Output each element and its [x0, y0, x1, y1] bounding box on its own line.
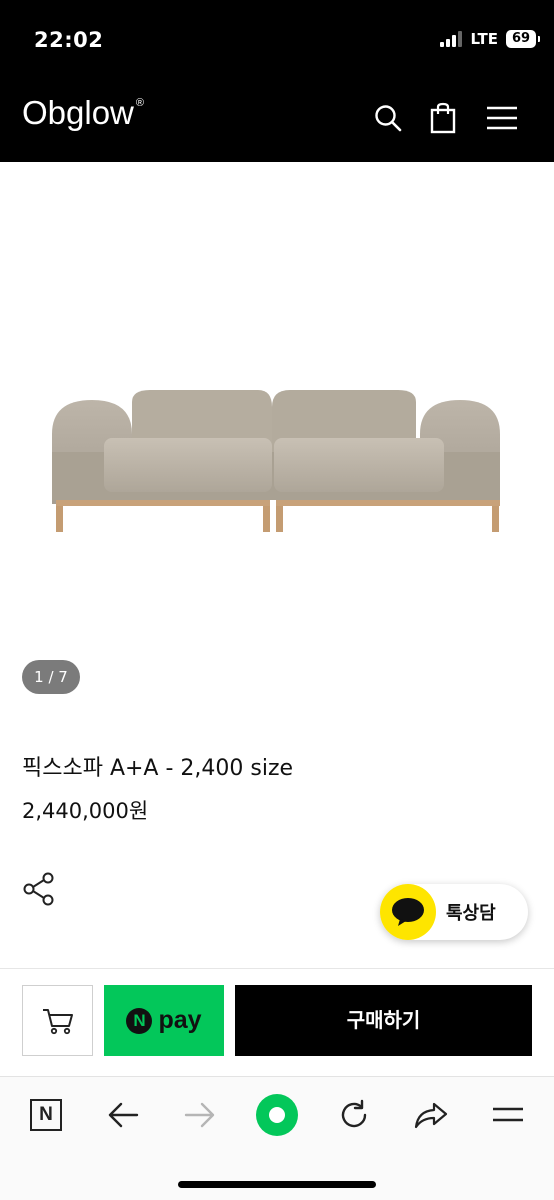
product-image[interactable] — [0, 162, 554, 722]
purchase-action-bar: N pay 구매하기 — [0, 968, 554, 1076]
search-icon[interactable] — [370, 100, 406, 136]
image-counter: 1 / 7 — [22, 660, 80, 694]
cart-icon — [42, 1008, 73, 1034]
browser-toolbar: N — [0, 1076, 554, 1200]
status-right: LTE 69 — [440, 30, 540, 48]
naver-n-label: N — [30, 1099, 62, 1131]
buy-now-button[interactable]: 구매하기 — [235, 985, 532, 1056]
forward-arrow-icon[interactable] — [178, 1093, 222, 1137]
chat-label: 톡상담 — [446, 903, 496, 924]
status-time: 22:02 — [34, 28, 104, 52]
registered-mark: ® — [135, 97, 144, 109]
back-arrow-icon[interactable] — [101, 1093, 145, 1137]
sofa-illustration — [52, 390, 500, 532]
green-dot-icon[interactable] — [255, 1093, 299, 1137]
refresh-icon[interactable] — [332, 1093, 376, 1137]
brand-logo-text: Obglow — [22, 94, 134, 131]
menu-lines-icon[interactable] — [486, 1093, 530, 1137]
naver-n-badge: N — [126, 1007, 153, 1034]
signal-icon — [440, 31, 463, 47]
naver-pay-button[interactable]: N pay — [104, 985, 224, 1056]
product-name: 픽스소파 A+A - 2,400 size — [22, 756, 294, 781]
hamburger-menu-icon[interactable] — [484, 100, 520, 136]
product-price: 2,440,000원 — [22, 799, 149, 823]
network-type: LTE — [470, 30, 498, 48]
npay-label: pay — [158, 1006, 202, 1034]
chat-bubble-icon — [380, 884, 436, 940]
battery-icon: 69 — [506, 30, 540, 48]
home-indicator — [178, 1181, 376, 1188]
share-arrow-icon[interactable] — [409, 1093, 453, 1137]
share-icon[interactable] — [22, 872, 56, 906]
shopping-bag-icon[interactable] — [425, 100, 461, 136]
status-bar: 22:02 LTE 69 — [0, 0, 554, 82]
kakao-chat-button[interactable]: 톡상담 — [380, 884, 528, 940]
naver-n-icon[interactable]: N — [24, 1093, 68, 1137]
site-header: Obglow ® — [0, 82, 554, 162]
add-to-cart-button[interactable] — [22, 985, 93, 1056]
brand-logo[interactable]: Obglow ® — [22, 94, 144, 132]
